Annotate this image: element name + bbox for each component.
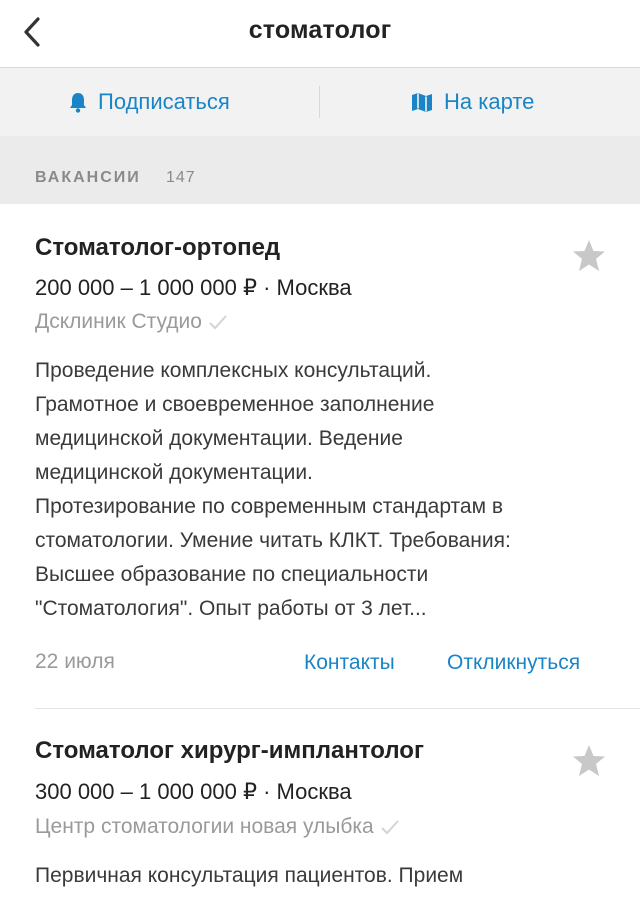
vacancy-title[interactable]: Стоматолог-ортопед <box>35 234 280 262</box>
description-line: Проведение комплексных консультаций. <box>35 359 432 382</box>
action-divider <box>319 86 320 118</box>
map-icon <box>412 93 432 112</box>
vacancy-description: Первичная консультация пациентов. Прием <box>35 859 610 893</box>
vacancy-title[interactable]: Стоматолог хирург-имплантолог <box>35 737 424 765</box>
description-line: стоматологии. Умение читать КЛКТ. Требов… <box>35 529 511 552</box>
vacancy-date: 22 июля <box>35 650 115 673</box>
company-name: Дсклиник Студио <box>35 310 202 333</box>
respond-button[interactable]: Откликнуться <box>447 651 580 675</box>
vacancy-salary: 300 000 – 1 000 000 ₽ · Москва <box>35 779 352 804</box>
bell-icon <box>70 93 86 113</box>
map-label: На карте <box>444 89 535 114</box>
star-icon[interactable] <box>571 743 607 779</box>
description-line: медицинской документации. <box>35 461 313 484</box>
check-icon <box>209 315 227 330</box>
vacancy-company: Дсклиник Студио <box>35 310 228 334</box>
check-icon <box>381 820 399 835</box>
vacancy-salary: 200 000 – 1 000 000 ₽ · Москва <box>35 275 352 300</box>
vacancy-card[interactable]: Стоматолог-ортопед 200 000 – 1 000 000 ₽… <box>0 204 640 708</box>
section-count: 147 <box>166 169 196 186</box>
vacancy-card[interactable]: Стоматолог хирург-имплантолог 300 000 – … <box>0 709 640 905</box>
vacancy-company: Центр стоматологии новая улыбка <box>35 815 400 839</box>
description-line: "Стоматология". Опыт работы от 3 лет... <box>35 597 427 620</box>
top-nav-bar: стоматолог <box>0 0 640 68</box>
subscribe-label: Подписаться <box>98 89 230 114</box>
subscribe-button[interactable]: Подписаться <box>68 68 230 136</box>
action-bar: Подписаться На карте <box>0 68 640 136</box>
star-icon[interactable] <box>571 238 607 274</box>
description-line: Грамотное и своевременное заполнение <box>35 393 435 416</box>
map-button[interactable]: На карте <box>410 68 534 136</box>
page-title: стоматолог <box>248 16 392 44</box>
description-line: Высшее образование по специальности <box>35 563 429 586</box>
description-line: Протезирование по современным стандартам… <box>35 495 504 518</box>
description-line: Первичная консультация пациентов. Прием <box>35 864 464 887</box>
description-line: медицинской документации. Ведение <box>35 427 403 450</box>
section-label: ВАКАНСИИ <box>35 169 141 186</box>
section-header: ВАКАНСИИ 147 <box>0 136 640 204</box>
company-name: Центр стоматологии новая улыбка <box>35 815 374 838</box>
vacancy-description: Проведение комплексных консультаций. Гра… <box>35 354 610 626</box>
contacts-button[interactable]: Контакты <box>304 651 395 675</box>
